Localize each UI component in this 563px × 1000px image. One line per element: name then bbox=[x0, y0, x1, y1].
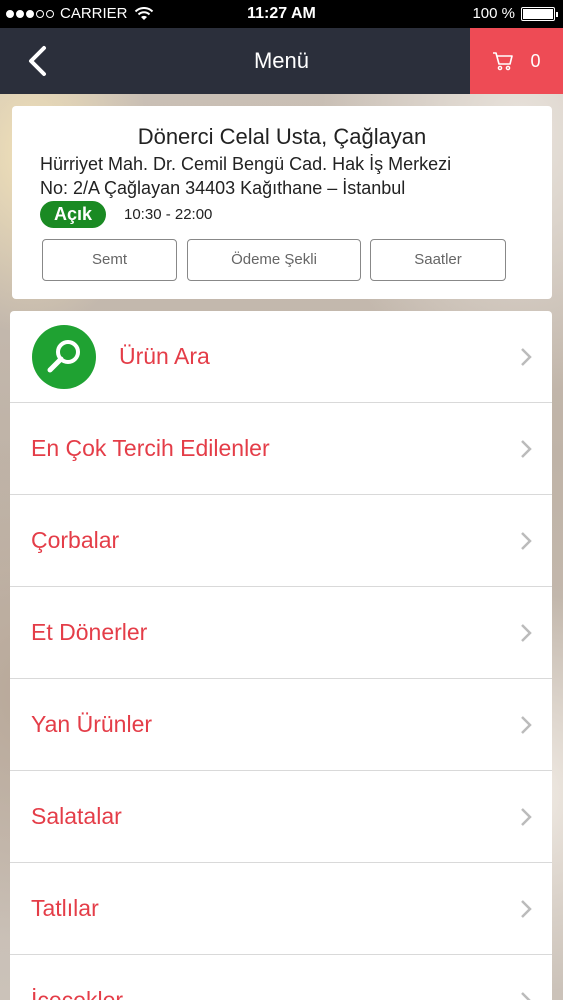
menu-item-label: Ürün Ara bbox=[119, 343, 210, 369]
menu-item-desserts[interactable]: Tatlılar bbox=[10, 863, 552, 955]
menu-item-search[interactable]: Ürün Ara bbox=[10, 311, 552, 403]
menu-item-salads[interactable]: Salatalar bbox=[10, 771, 552, 863]
cart-icon bbox=[493, 52, 514, 71]
chevron-right-icon bbox=[521, 348, 532, 366]
restaurant-address: Hürriyet Mah. Dr. Cemil Bengü Cad. Hak İ… bbox=[40, 152, 545, 200]
chevron-right-icon bbox=[521, 900, 532, 918]
search-icon bbox=[32, 325, 96, 389]
chevron-right-icon bbox=[521, 808, 532, 826]
chevron-right-icon bbox=[521, 716, 532, 734]
menu-category-list: Ürün Ara En Çok Tercih Edilenler Çorbala… bbox=[10, 311, 552, 1000]
semt-button[interactable]: Semt bbox=[42, 239, 177, 281]
menu-item-label: Et Dönerler bbox=[31, 619, 148, 645]
menu-item-label: Tatlılar bbox=[31, 895, 99, 921]
chevron-right-icon bbox=[521, 532, 532, 550]
menu-item-side-products[interactable]: Yan Ürünler bbox=[10, 679, 552, 771]
status-right: 100 % bbox=[472, 5, 558, 22]
restaurant-info-card: Dönerci Celal Usta, Çağlayan Hürriyet Ma… bbox=[12, 106, 552, 299]
chevron-right-icon bbox=[521, 440, 532, 458]
menu-item-most-preferred[interactable]: En Çok Tercih Edilenler bbox=[10, 403, 552, 495]
menu-item-label: En Çok Tercih Edilenler bbox=[31, 435, 270, 461]
menu-item-label: İçecekler bbox=[31, 987, 124, 1000]
payment-method-button[interactable]: Ödeme Şekli bbox=[187, 239, 361, 281]
menu-item-label: Salatalar bbox=[31, 803, 122, 829]
battery-icon bbox=[521, 6, 558, 21]
menu-item-meat-doner[interactable]: Et Dönerler bbox=[10, 587, 552, 679]
battery-percent: 100 % bbox=[472, 5, 515, 22]
address-line-2: No: 2/A Çağlayan 34403 Kağıthane – İstan… bbox=[40, 178, 406, 198]
opening-hours: 10:30 - 22:00 bbox=[124, 206, 213, 223]
hours-button[interactable]: Saatler bbox=[370, 239, 506, 281]
chevron-right-icon bbox=[521, 992, 531, 1000]
nav-bar: Menü 0 bbox=[0, 28, 563, 94]
cart-count: 0 bbox=[530, 50, 541, 71]
status-bar: CARRIER 11:27 AM 100 % bbox=[0, 0, 563, 28]
menu-item-soups[interactable]: Çorbalar bbox=[10, 495, 552, 587]
menu-item-label: Çorbalar bbox=[31, 527, 120, 553]
cart-button[interactable]: 0 bbox=[470, 28, 563, 94]
menu-item-drinks[interactable]: İçecekler bbox=[10, 955, 552, 1000]
address-line-1: Hürriyet Mah. Dr. Cemil Bengü Cad. Hak İ… bbox=[40, 154, 452, 174]
chevron-right-icon bbox=[521, 624, 532, 642]
menu-item-label: Yan Ürünler bbox=[31, 711, 153, 737]
open-status-badge: Açık bbox=[40, 201, 107, 228]
restaurant-name: Dönerci Celal Usta, Çağlayan bbox=[137, 124, 427, 149]
